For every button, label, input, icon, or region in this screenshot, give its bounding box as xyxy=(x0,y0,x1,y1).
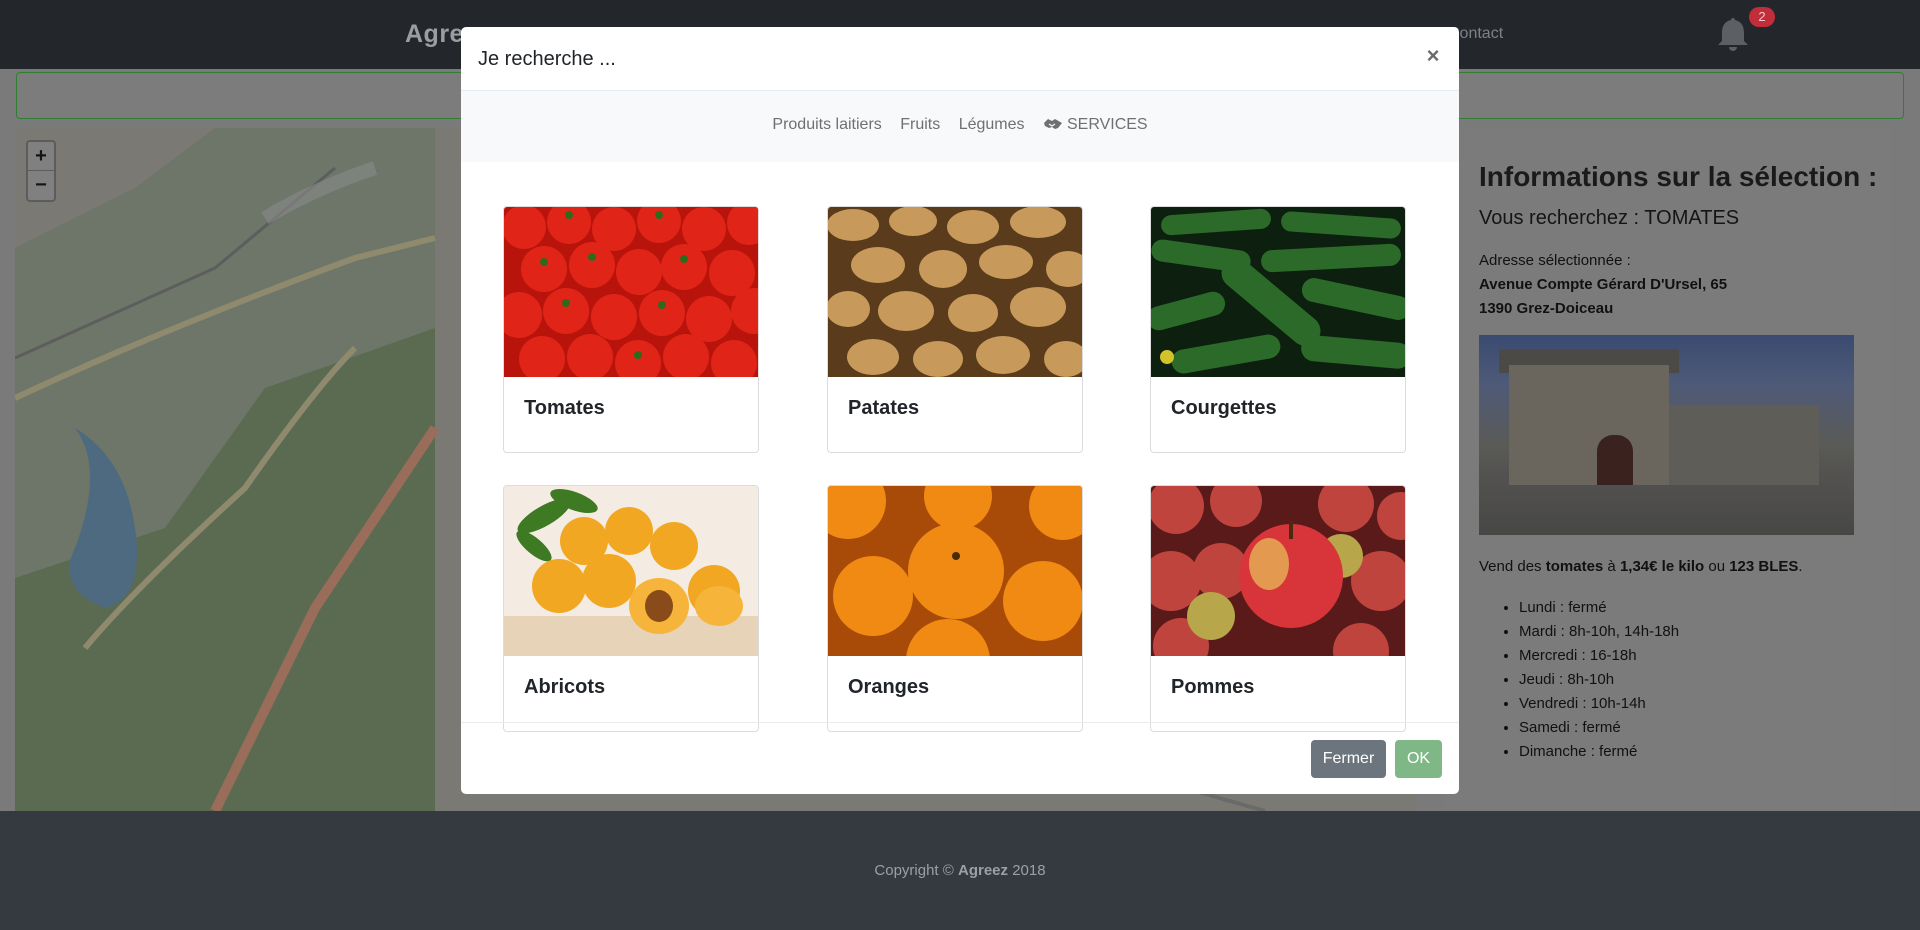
search-modal: Je recherche ... × Produits laitiers Fru… xyxy=(461,27,1459,794)
product-card-abricots[interactable]: Abricots xyxy=(503,485,759,732)
category-vegetables[interactable]: Légumes xyxy=(959,116,1025,133)
product-grid: Tomates Patates Courgettes Abricots Oran… xyxy=(461,162,1459,732)
ok-button[interactable]: OK xyxy=(1395,740,1442,778)
category-nav: Produits laitiers Fruits Légumes SERVICE… xyxy=(461,116,1459,134)
category-dairy[interactable]: Produits laitiers xyxy=(772,116,881,133)
apricots-image xyxy=(504,486,758,656)
product-card-tomates[interactable]: Tomates xyxy=(503,206,759,453)
tomatoes-image xyxy=(504,207,758,377)
category-fruits[interactable]: Fruits xyxy=(900,116,940,133)
product-title: Courgettes xyxy=(1171,397,1277,419)
product-title: Tomates xyxy=(524,397,605,419)
product-card-patates[interactable]: Patates xyxy=(827,206,1083,453)
zucchini-image xyxy=(1151,207,1405,377)
product-card-pommes[interactable]: Pommes xyxy=(1150,485,1406,732)
modal-header: Je recherche ... × xyxy=(461,27,1459,91)
handshake-icon xyxy=(1043,119,1062,129)
modal-title: Je recherche ... xyxy=(478,48,616,70)
product-card-courgettes[interactable]: Courgettes xyxy=(1150,206,1406,453)
potatoes-image xyxy=(828,207,1082,377)
product-card-oranges[interactable]: Oranges xyxy=(827,485,1083,732)
oranges-image xyxy=(828,486,1082,656)
category-bar: Produits laitiers Fruits Légumes SERVICE… xyxy=(461,91,1459,162)
product-title: Patates xyxy=(848,397,920,419)
product-title: Oranges xyxy=(848,676,930,698)
close-icon[interactable]: × xyxy=(1421,43,1445,71)
category-services[interactable]: SERVICES xyxy=(1043,116,1148,133)
close-button[interactable]: Fermer xyxy=(1311,740,1386,778)
product-title: Pommes xyxy=(1171,676,1255,698)
apples-image xyxy=(1151,486,1405,656)
product-title: Abricots xyxy=(524,676,606,698)
modal-footer: Fermer OK xyxy=(461,722,1459,794)
category-services-label: SERVICES xyxy=(1066,116,1148,133)
